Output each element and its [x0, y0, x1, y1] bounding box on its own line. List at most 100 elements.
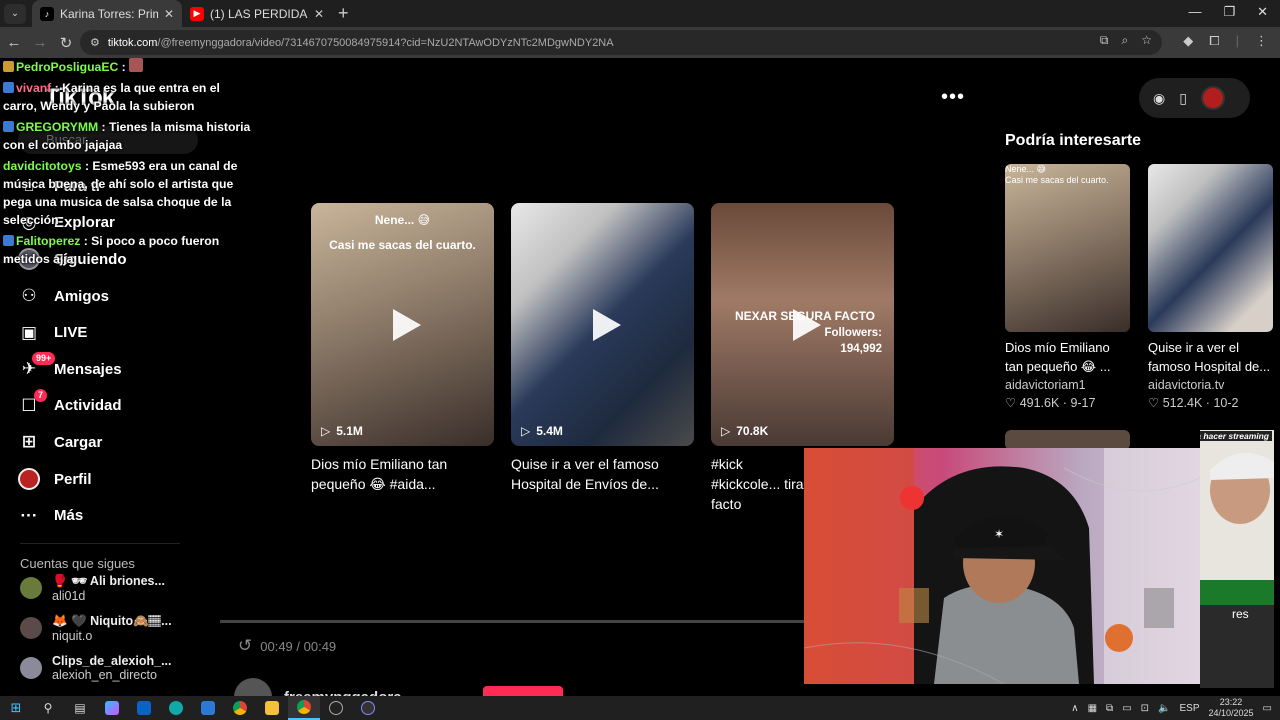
sidebar-item-amigos[interactable]: ⚇ Amigos — [18, 278, 208, 315]
chrome-active-icon[interactable] — [288, 696, 320, 720]
site-info-icon[interactable]: ⚙ — [90, 36, 100, 49]
avatar[interactable] — [234, 678, 272, 696]
tab-youtube[interactable]: ▶ (1) LAS PERDIDAS - YouTube ✕ — [182, 0, 332, 27]
forward-icon[interactable]: → — [28, 34, 52, 51]
url-input[interactable]: ⚙ tiktok.com/@freemynggadora/video/73146… — [80, 30, 1162, 55]
sidebar-item-mensajes[interactable]: ✈ 99+ Mensajes — [18, 351, 208, 388]
battery-icon[interactable]: ▭ — [1122, 703, 1131, 714]
video-progress-bar[interactable] — [220, 620, 810, 623]
video-card[interactable]: Nene... 😅 Casi me sacas del cuarto. ▷ 5.1… — [311, 203, 494, 446]
reload-icon[interactable]: ↻ — [54, 34, 78, 52]
extension-icon[interactable]: ◆ — [1183, 33, 1193, 49]
close-tab-icon[interactable]: ✕ — [314, 7, 324, 21]
avatar — [20, 657, 42, 679]
recommended-video-card[interactable] — [1005, 430, 1130, 450]
volume-icon[interactable]: 🔈 — [1158, 703, 1170, 714]
recording-app-icon[interactable] — [320, 696, 352, 720]
tray-app-icon[interactable]: ⧉ — [1106, 703, 1113, 714]
more-icon: ··· — [20, 505, 38, 525]
device-icon[interactable]: ▯ — [1179, 90, 1187, 107]
profile-icon — [18, 468, 40, 491]
task-view-icon[interactable]: ▤ — [64, 696, 96, 720]
video-title[interactable]: #kick #kickcole... tira facto — [711, 454, 806, 514]
recommended-stats: ♡ 491.6K · 9-17 — [1005, 396, 1096, 410]
zoom-icon[interactable]: ⌕ — [1122, 33, 1129, 48]
sidebar-item-actividad[interactable]: ☐ 7 Actividad — [18, 388, 208, 425]
avatar[interactable] — [1200, 86, 1225, 110]
store-icon[interactable] — [192, 696, 224, 720]
chat-username: GREGORYMM — [16, 120, 99, 134]
following-account[interactable]: 🦊 🖤 Niquito🙈🏽... niquit.o — [20, 611, 172, 645]
network-icon[interactable]: ⊡ — [1141, 703, 1149, 714]
more-options-icon[interactable]: ••• — [941, 86, 965, 109]
recommended-title[interactable]: Quise ir a ver el famoso Hospital de... — [1148, 338, 1273, 376]
play-icon[interactable] — [592, 308, 621, 341]
extensions-puzzle-icon[interactable]: ⧠ — [1209, 33, 1219, 49]
webcam-scene: ✶ — [804, 448, 1200, 684]
search-icon[interactable]: ⚲ — [32, 696, 64, 720]
clock[interactable]: 23:22 24/10/2025 — [1209, 697, 1254, 719]
heart-icon: ♡ — [1148, 396, 1160, 410]
clock-time: 23:22 — [1219, 697, 1243, 707]
recommended-stats: ♡ 512.4K · 10-2 — [1148, 396, 1239, 410]
notifications-icon[interactable]: ▭ — [1263, 703, 1272, 714]
recommended-author[interactable]: aidavictoria.tv — [1148, 378, 1224, 392]
video-title[interactable]: Quise ir a ver el famoso Hospital de Env… — [511, 454, 694, 494]
follow-button[interactable] — [483, 686, 563, 696]
recommended-title[interactable]: Dios mío Emiliano tan pequeño 😂 ... — [1005, 338, 1130, 376]
restore-icon[interactable]: ❐ — [1223, 4, 1235, 20]
sidebar-item-perfil[interactable]: Perfil — [18, 461, 208, 498]
close-tab-icon[interactable]: ✕ — [164, 7, 174, 21]
copilot-icon[interactable] — [96, 696, 128, 720]
back-icon[interactable]: ← — [2, 34, 26, 51]
author-name[interactable]: freemynggadora — [284, 689, 402, 697]
language-indicator[interactable]: ESP — [1179, 703, 1199, 714]
badge-icon — [3, 235, 14, 246]
recommended-author[interactable]: aidavictoriam1 — [1005, 378, 1086, 392]
tab-search-button[interactable]: ⌄ — [4, 3, 26, 24]
sidebar-item-mas[interactable]: ··· Más — [18, 497, 208, 534]
sidebar-item-live[interactable]: ▣ LIVE — [18, 314, 208, 351]
video-caption: Casi me sacas del cuarto. — [1005, 175, 1109, 185]
menu-kebab-icon[interactable]: ⋮ — [1255, 33, 1268, 49]
webcam-overlay: ✶ — [804, 448, 1200, 684]
following-account[interactable]: Clips_de_alexioh_... alexioh_en_directo — [20, 651, 172, 685]
close-window-icon[interactable]: ✕ — [1257, 4, 1268, 20]
recommended-video-card[interactable]: Nene... 😅 Casi me sacas del cuarto. — [1005, 164, 1130, 332]
avatar — [18, 468, 40, 491]
video-title[interactable]: Dios mío Emiliano tan pequeño 😂 #aida... — [311, 454, 494, 494]
video-card[interactable]: NEXAR SEGURA FACTO Followers: 194,992 ▷ 70… — [711, 203, 894, 446]
following-account[interactable]: 🥊 🕶 Ali briones... ali01d — [20, 571, 165, 605]
tray-app-icon[interactable]: ▦ — [1088, 703, 1097, 714]
play-icon[interactable] — [392, 308, 421, 341]
activity-badge: 7 — [34, 388, 48, 402]
sidebar-item-label: Más — [54, 507, 84, 525]
tab-title: Karina Torres: Primera Aparición — [60, 6, 158, 21]
install-app-icon[interactable]: ⧉ — [1100, 33, 1109, 48]
play-icon[interactable] — [792, 308, 821, 341]
obs-icon[interactable] — [352, 696, 384, 720]
recommended-header: Podría interesarte — [1005, 132, 1142, 149]
tab-tiktok[interactable]: ♪ Karina Torres: Primera Aparición ✕ — [32, 0, 182, 27]
video-timer: ↺ 00:49 / 00:49 — [238, 636, 336, 656]
sidebar-item-cargar[interactable]: ⊞ Cargar — [18, 424, 208, 461]
system-tray: ∧ ▦ ⧉ ▭ ⊡ 🔈 ESP 23:22 24/10/2025 ▭ — [1071, 696, 1272, 720]
chat-message: GREGORYMM : Tienes la misma historia con… — [3, 118, 253, 154]
chrome-icon[interactable] — [224, 696, 256, 720]
followers-overlay: Followers: 194,992 — [824, 325, 882, 357]
webcam-scene — [1200, 430, 1274, 688]
show-hidden-icon[interactable]: ∧ — [1071, 703, 1078, 714]
edge-icon[interactable] — [160, 696, 192, 720]
minimize-icon[interactable]: — — [1188, 4, 1201, 20]
chat-text: : — [121, 60, 126, 74]
start-icon[interactable]: ⊞ — [0, 696, 32, 720]
new-tab-button[interactable]: + — [338, 3, 349, 24]
replay-icon[interactable]: ↺ — [238, 636, 252, 656]
bookmark-star-icon[interactable]: ☆ — [1141, 33, 1152, 48]
recommended-video-card[interactable] — [1148, 164, 1273, 332]
coins-icon[interactable]: ◉ — [1153, 90, 1165, 107]
outlook-icon[interactable] — [128, 696, 160, 720]
address-bar-row: ← → ↻ ⚙ tiktok.com/@freemynggadora/video… — [0, 27, 1280, 58]
file-explorer-icon[interactable] — [256, 696, 288, 720]
video-card[interactable]: ▷ 5.4M — [511, 203, 694, 446]
